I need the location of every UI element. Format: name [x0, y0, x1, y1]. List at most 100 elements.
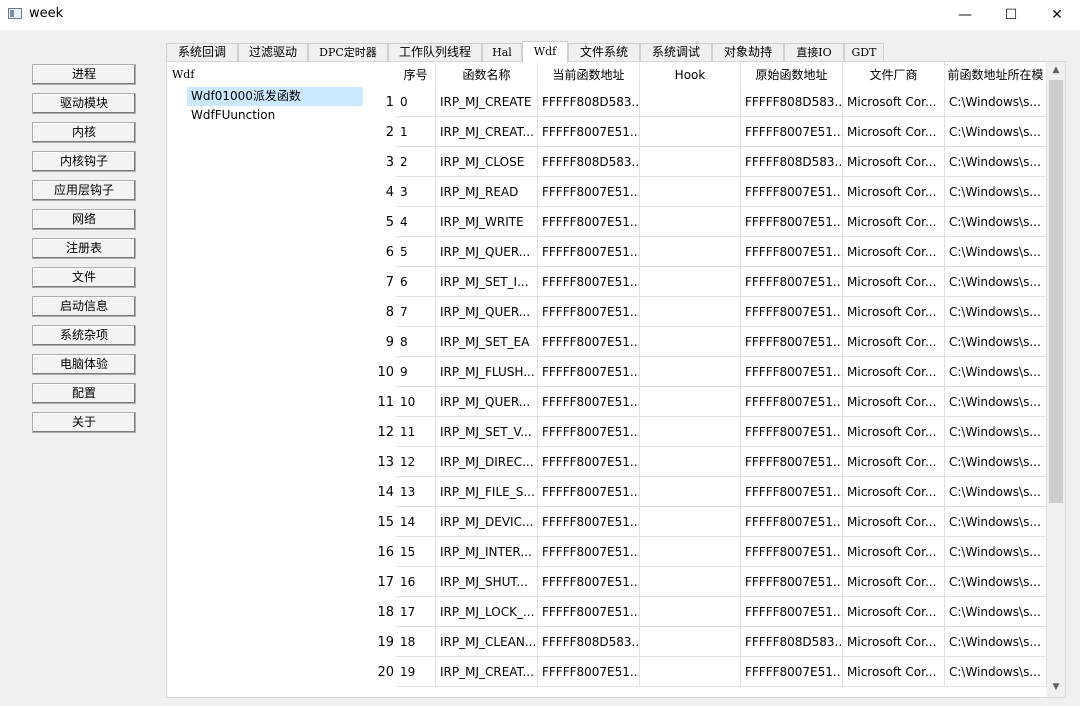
table-cell[interactable]: FFFFF8007E51... — [538, 237, 640, 267]
sidebar-button-driver-modules[interactable]: 驱动模块 — [32, 93, 136, 114]
table-cell[interactable]: Microsoft Cor... — [843, 567, 945, 597]
column-header[interactable]: 原始函数地址 — [741, 62, 843, 88]
table-cell[interactable]: FFFFF8007E51... — [741, 417, 843, 447]
table-cell[interactable]: FFFFF8007E51... — [741, 387, 843, 417]
table-cell[interactable] — [640, 387, 741, 417]
table-cell[interactable]: IRP_MJ_CLOSE — [436, 147, 538, 177]
close-button[interactable]: ✕ — [1034, 0, 1080, 30]
table-cell[interactable]: IRP_MJ_SET_I... — [436, 267, 538, 297]
table-cell[interactable]: FFFFF8007E51... — [538, 417, 640, 447]
table-cell[interactable] — [640, 477, 741, 507]
table-cell[interactable]: FFFFF8007E51... — [538, 117, 640, 147]
table-cell[interactable] — [640, 357, 741, 387]
table-cell[interactable]: IRP_MJ_CLEAN... — [436, 627, 538, 657]
table-cell[interactable]: C:\Windows\s... — [945, 237, 1047, 267]
sidebar-button-about[interactable]: 关于 — [32, 412, 136, 433]
tab-wdf[interactable]: Wdf — [522, 41, 568, 63]
column-header[interactable]: 文件厂商 — [843, 62, 945, 88]
table-cell[interactable]: FFFFF8007E51... — [538, 267, 640, 297]
table-cell[interactable]: FFFFF808D583... — [741, 627, 843, 657]
table-cell[interactable]: Microsoft Cor... — [843, 357, 945, 387]
table-cell[interactable] — [640, 327, 741, 357]
table-cell[interactable]: C:\Windows\s... — [945, 597, 1047, 627]
table-cell[interactable]: IRP_MJ_LOCK_... — [436, 597, 538, 627]
table-cell[interactable]: FFFFF8007E51... — [741, 117, 843, 147]
table-cell[interactable] — [640, 657, 741, 687]
table-cell[interactable]: FFFFF8007E51... — [538, 537, 640, 567]
table-cell[interactable]: C:\Windows\s... — [945, 267, 1047, 297]
table-cell[interactable]: C:\Windows\s... — [945, 387, 1047, 417]
table-cell[interactable] — [640, 297, 741, 327]
table-cell[interactable]: 14 — [396, 507, 436, 537]
table-cell[interactable]: FFFFF808D583... — [538, 87, 640, 117]
table-cell[interactable]: C:\Windows\s... — [945, 297, 1047, 327]
table-cell[interactable]: IRP_MJ_QUER... — [436, 387, 538, 417]
table-cell[interactable]: IRP_MJ_INTER... — [436, 537, 538, 567]
table-cell[interactable]: C:\Windows\s... — [945, 327, 1047, 357]
maximize-button[interactable]: ☐ — [988, 0, 1034, 30]
sidebar-button-kernel-hooks[interactable]: 内核钩子 — [32, 151, 136, 172]
sidebar-button-kernel[interactable]: 内核 — [32, 122, 136, 143]
tab-system-debug[interactable]: 系统调试 — [640, 43, 712, 61]
vertical-scrollbar[interactable]: ▲ ▼ — [1047, 62, 1065, 697]
minimize-button[interactable]: — — [942, 0, 988, 30]
table-cell[interactable]: FFFFF808D583... — [538, 627, 640, 657]
tab-hal[interactable]: Hal — [482, 43, 522, 61]
tab-file-system[interactable]: 文件系统 — [568, 43, 640, 61]
table-cell[interactable]: FFFFF8007E51... — [741, 537, 843, 567]
table-cell[interactable]: FFFFF8007E51... — [538, 177, 640, 207]
sidebar-button-startup[interactable]: 启动信息 — [32, 296, 136, 317]
table-cell[interactable]: C:\Windows\s... — [945, 417, 1047, 447]
scroll-thumb[interactable] — [1049, 80, 1063, 503]
table-cell[interactable] — [640, 447, 741, 477]
table-cell[interactable]: 11 — [396, 417, 436, 447]
table-cell[interactable]: FFFFF8007E51... — [741, 327, 843, 357]
sidebar-button-registry[interactable]: 注册表 — [32, 238, 136, 259]
table-cell[interactable]: FFFFF8007E51... — [741, 297, 843, 327]
table-cell[interactable]: 17 — [396, 597, 436, 627]
table-cell[interactable]: 5 — [396, 237, 436, 267]
table-cell[interactable]: Microsoft Cor... — [843, 597, 945, 627]
table-cell[interactable]: Microsoft Cor... — [843, 297, 945, 327]
table-cell[interactable]: 16 — [396, 567, 436, 597]
table-cell[interactable]: 1 — [396, 117, 436, 147]
table-cell[interactable]: FFFFF8007E51... — [741, 357, 843, 387]
table-cell[interactable]: FFFFF8007E51... — [538, 597, 640, 627]
table-cell[interactable]: IRP_MJ_QUER... — [436, 297, 538, 327]
table-cell[interactable]: 6 — [396, 267, 436, 297]
table-cell[interactable]: 19 — [396, 657, 436, 687]
table-cell[interactable]: Microsoft Cor... — [843, 387, 945, 417]
table-cell[interactable]: C:\Windows\s... — [945, 477, 1047, 507]
table-cell[interactable]: IRP_MJ_WRITE — [436, 207, 538, 237]
sidebar-button-user-hooks[interactable]: 应用层钩子 — [32, 180, 136, 201]
table-cell[interactable]: FFFFF8007E51... — [538, 507, 640, 537]
table-cell[interactable]: FFFFF8007E51... — [741, 507, 843, 537]
table-cell[interactable]: FFFFF8007E51... — [538, 207, 640, 237]
table-cell[interactable]: C:\Windows\s... — [945, 357, 1047, 387]
table-cell[interactable]: Microsoft Cor... — [843, 477, 945, 507]
table-cell[interactable]: C:\Windows\s... — [945, 657, 1047, 687]
tab-system-callbacks[interactable]: 系统回调 — [166, 43, 238, 61]
table-cell[interactable]: Microsoft Cor... — [843, 147, 945, 177]
table-cell[interactable]: FFFFF8007E51... — [741, 447, 843, 477]
table-cell[interactable]: Microsoft Cor... — [843, 117, 945, 147]
table-cell[interactable]: 13 — [396, 477, 436, 507]
sidebar-button-network[interactable]: 网络 — [32, 209, 136, 230]
table-cell[interactable] — [640, 537, 741, 567]
table-cell[interactable]: FFFFF8007E51... — [538, 567, 640, 597]
table-cell[interactable]: 10 — [396, 387, 436, 417]
table-cell[interactable] — [640, 597, 741, 627]
tab-gdt[interactable]: GDT — [844, 43, 884, 61]
table-cell[interactable]: 8 — [396, 327, 436, 357]
column-header[interactable]: 函数名称 — [436, 62, 538, 88]
table-cell[interactable] — [640, 267, 741, 297]
column-header[interactable]: Hook — [640, 62, 741, 88]
table-cell[interactable]: FFFFF8007E51... — [741, 597, 843, 627]
table-cell[interactable]: IRP_MJ_CREATE — [436, 87, 538, 117]
table-cell[interactable]: FFFFF8007E51... — [538, 447, 640, 477]
table-cell[interactable]: 18 — [396, 627, 436, 657]
tab-direct-io[interactable]: 直接IO — [784, 43, 844, 61]
table-cell[interactable]: FFFFF8007E51... — [538, 387, 640, 417]
tab-filter-drivers[interactable]: 过滤驱动 — [238, 43, 308, 61]
table-cell[interactable]: Microsoft Cor... — [843, 417, 945, 447]
